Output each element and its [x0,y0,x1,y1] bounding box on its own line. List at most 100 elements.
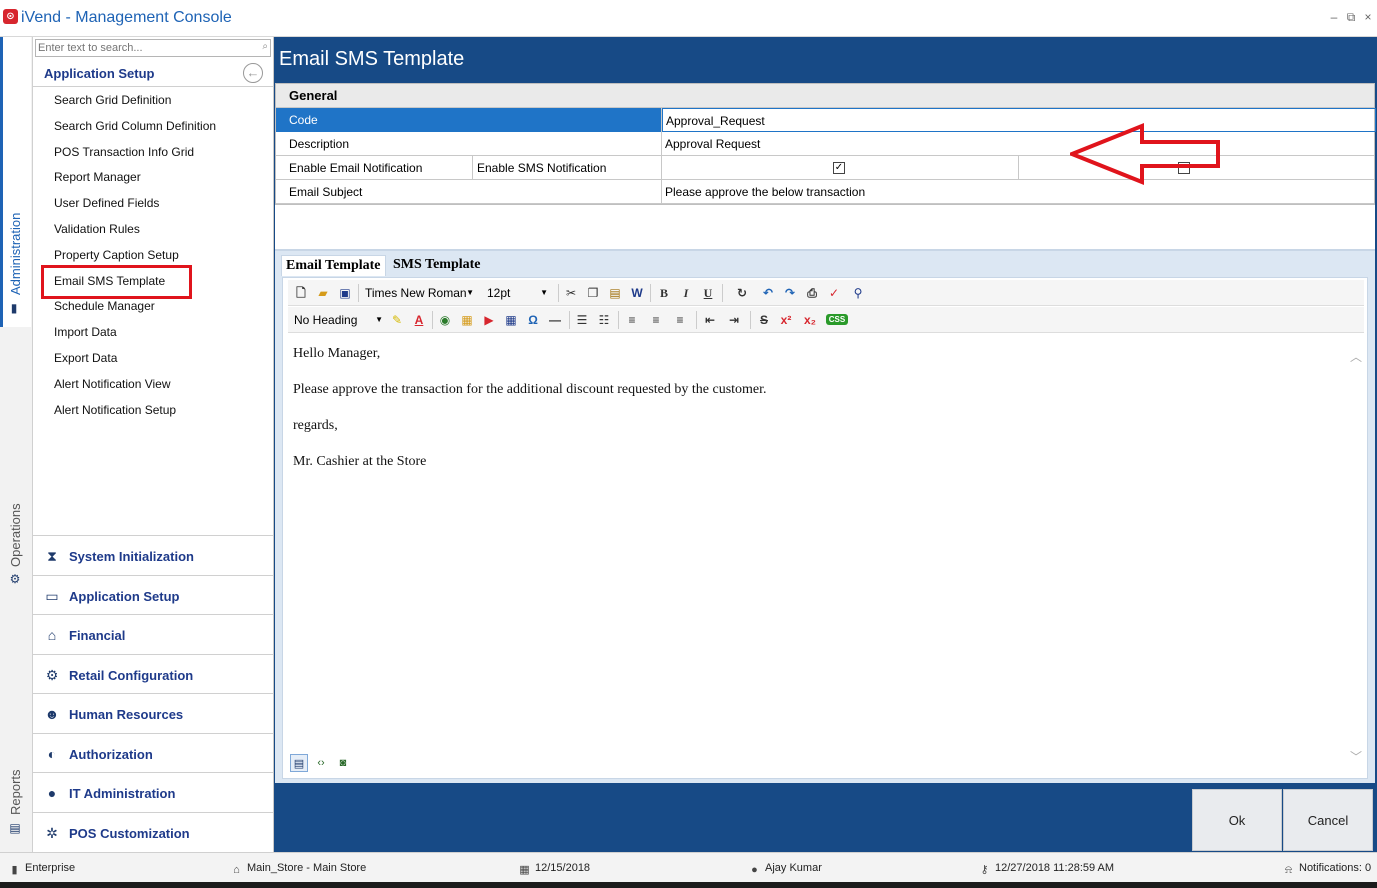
menu-item-report-manager[interactable]: Report Manager [33,165,273,191]
operations-gear-icon: ⚙ [9,572,21,586]
scroll-down-icon[interactable]: ﹀ [1350,748,1362,765]
new-document-icon[interactable]: 🗋 [293,285,309,301]
login-time-status: ⚷ 12/27/2018 11:28:59 AM [978,862,1114,876]
menu-item-label: Export Data [54,350,118,365]
vtab-administration[interactable]: Administration ▮ [0,37,31,327]
refresh-icon[interactable]: ↻ [734,285,750,301]
menu-item-label: Validation Rules [54,221,140,236]
dropdown-arrow-icon: ▼ [466,288,474,297]
indent-icon[interactable]: ⇥ [726,312,742,328]
sidebar: ⌕ Application Setup ← Search Grid Defini… [33,37,274,852]
strikethrough-icon[interactable]: S [756,312,772,328]
ok-button[interactable]: Ok [1192,789,1282,851]
html-mode-icon[interactable]: ‹› [312,754,330,772]
heading-select[interactable]: No Heading ▼ [291,310,385,330]
search-input[interactable] [36,40,251,56]
vtab-operations-label: Operations [8,503,23,567]
enable-email-label: Enable Email Notification [276,156,473,180]
pos-gear-icon: ✲ [46,824,58,841]
menu-item-validation-rules[interactable]: Validation Rules [33,217,273,243]
notifications-status[interactable]: ⍾ Notifications: 0 [1282,862,1371,876]
menu-item-export-data[interactable]: Export Data [33,346,273,372]
insert-table-icon[interactable]: ▦ [503,312,519,328]
bold-icon[interactable]: B [656,285,672,301]
menu-item-schedule-manager[interactable]: Schedule Manager [33,294,273,320]
underline-icon[interactable]: U [700,285,716,301]
email-subject-field[interactable]: Please approve the below transaction [662,180,1376,204]
insert-media-icon[interactable]: ▶ [481,312,497,328]
vtab-operations[interactable]: Operations ⚙ [0,337,31,597]
menu-item-label: Schedule Manager [54,299,155,314]
scroll-up-icon[interactable]: ︿ [1350,348,1362,365]
redo-icon[interactable]: ↷ [782,285,798,301]
open-folder-icon[interactable]: ▰ [315,285,331,301]
find-binoculars-icon[interactable]: ⚲ [850,285,866,301]
menu-item-pos-transaction-info-grid[interactable]: POS Transaction Info Grid [33,140,273,166]
horizontal-rule-icon[interactable]: — [547,312,563,328]
menu-item-alert-notification-setup[interactable]: Alert Notification Setup [33,398,273,424]
group-pos-customization[interactable]: ✲ POS Customization [33,811,273,852]
group-application-setup[interactable]: ▭ Application Setup [33,574,273,615]
menu-item-alert-notification-view[interactable]: Alert Notification View [33,372,273,398]
group-it-administration[interactable]: ● IT Administration [33,772,273,812]
subscript-icon[interactable]: x₂ [802,312,818,328]
tab-sms-template[interactable]: SMS Template [389,255,485,276]
store-status: ⌂ Main_Store - Main Store [230,862,366,876]
minimize-button[interactable]: – [1327,10,1341,24]
align-left-icon[interactable]: ≡ [624,312,640,328]
description-field[interactable]: Approval Request [662,132,1376,156]
undo-icon[interactable]: ↶ [760,285,776,301]
group-label: Human Resources [69,707,184,722]
bullet-list-icon[interactable]: ☷ [596,312,612,328]
menu-item-label: Search Grid Definition [54,93,172,107]
menu-item-search-grid-column-definition[interactable]: Search Grid Column Definition [33,114,273,140]
group-financial[interactable]: ⌂ Financial [33,614,273,654]
copy-icon[interactable]: ❐ [585,285,601,301]
title-bar: ⊙ iVend - Management Console – ⧉ × [0,0,1377,37]
numbered-list-icon[interactable]: ☰ [574,312,590,328]
css-icon[interactable]: CSS [826,314,848,325]
save-icon[interactable]: ▣ [337,285,353,301]
group-authorization[interactable]: ◐ Authorization [33,732,273,773]
outdent-icon[interactable]: ⇤ [702,312,718,328]
enable-email-checkbox[interactable]: ✓ [833,162,845,174]
spellcheck-icon[interactable]: ✓ [826,285,842,301]
preview-mode-icon[interactable]: ◙ [334,754,352,772]
highlight-icon[interactable]: ✎ [389,312,405,328]
close-button[interactable]: × [1361,10,1375,24]
menu-item-import-data[interactable]: Import Data [33,320,273,346]
group-human-resources[interactable]: ☻ Human Resources [33,693,273,733]
group-system-initialization[interactable]: ⧗ System Initialization [33,535,273,575]
superscript-icon[interactable]: x² [778,312,794,328]
italic-icon[interactable]: I [678,285,694,301]
menu-item-user-defined-fields[interactable]: User Defined Fields [33,191,273,217]
align-center-icon[interactable]: ≡ [648,312,664,328]
cancel-button[interactable]: Cancel [1283,789,1373,851]
font-color-icon[interactable]: A [411,312,427,328]
vtab-reports[interactable]: Reports ▤ [0,605,31,850]
insert-image-icon[interactable]: ▦ [459,312,475,328]
special-character-icon[interactable]: Ω [525,312,541,328]
paste-icon[interactable]: ▤ [607,285,623,301]
restore-button[interactable]: ⧉ [1344,10,1358,25]
menu-item-label: Import Data [54,325,117,340]
search-icon[interactable]: ⌕ [262,41,268,52]
font-size-select[interactable]: 12pt ▼ [484,283,550,303]
code-field[interactable]: Approval_Request [662,108,1376,132]
align-right-icon[interactable]: ≡ [672,312,688,328]
menu-item-label: Search Grid Column Definition [54,118,217,133]
print-icon[interactable]: ⎙ [804,285,820,301]
email-body-content[interactable]: Hello Manager, Please approve the transa… [293,344,1343,488]
menu-item-search-grid-definition[interactable]: Search Grid Definition [33,88,273,114]
body-line: Hello Manager, [293,346,381,361]
hyperlink-icon[interactable]: ◉ [437,312,453,328]
cut-icon[interactable]: ✂ [563,285,579,301]
paste-word-icon[interactable]: W [629,285,645,301]
font-family-select[interactable]: Times New Roman ▼ [362,283,476,303]
menu-item-email-sms-template[interactable]: Email SMS Template [33,264,273,299]
back-arrow-icon[interactable]: ← [243,63,263,83]
design-mode-icon[interactable]: ▤ [290,754,308,772]
group-retail-configuration[interactable]: ⚙ Retail Configuration [33,653,273,694]
tab-email-template[interactable]: Email Template [281,255,386,276]
heading-value: No Heading [294,313,358,327]
